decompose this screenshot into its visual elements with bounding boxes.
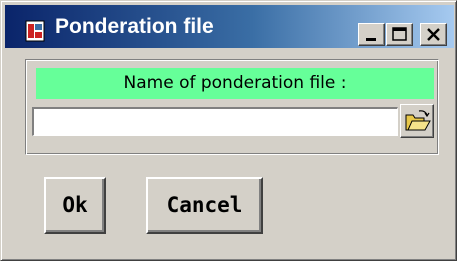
cancel-button[interactable]: Cancel (146, 177, 263, 234)
minimize-icon (366, 38, 376, 41)
close-icon (427, 28, 440, 41)
open-folder-icon (405, 110, 431, 131)
maximize-icon (392, 27, 407, 41)
close-button[interactable] (420, 23, 447, 46)
file-name-input[interactable] (32, 107, 398, 136)
file-name-group: Name of ponderation file : (25, 59, 439, 155)
ok-button[interactable]: Ok (44, 177, 106, 234)
title-bar[interactable]: Ponderation file (5, 5, 454, 48)
window-title: Ponderation file (55, 15, 214, 38)
browse-button[interactable] (400, 104, 434, 138)
minimize-button[interactable] (358, 23, 385, 46)
ponderation-file-dialog: Ponderation file Name of ponderation fil… (0, 0, 457, 261)
app-icon (23, 19, 47, 43)
maximize-button[interactable] (386, 23, 413, 46)
file-name-label: Name of ponderation file : (36, 68, 434, 99)
